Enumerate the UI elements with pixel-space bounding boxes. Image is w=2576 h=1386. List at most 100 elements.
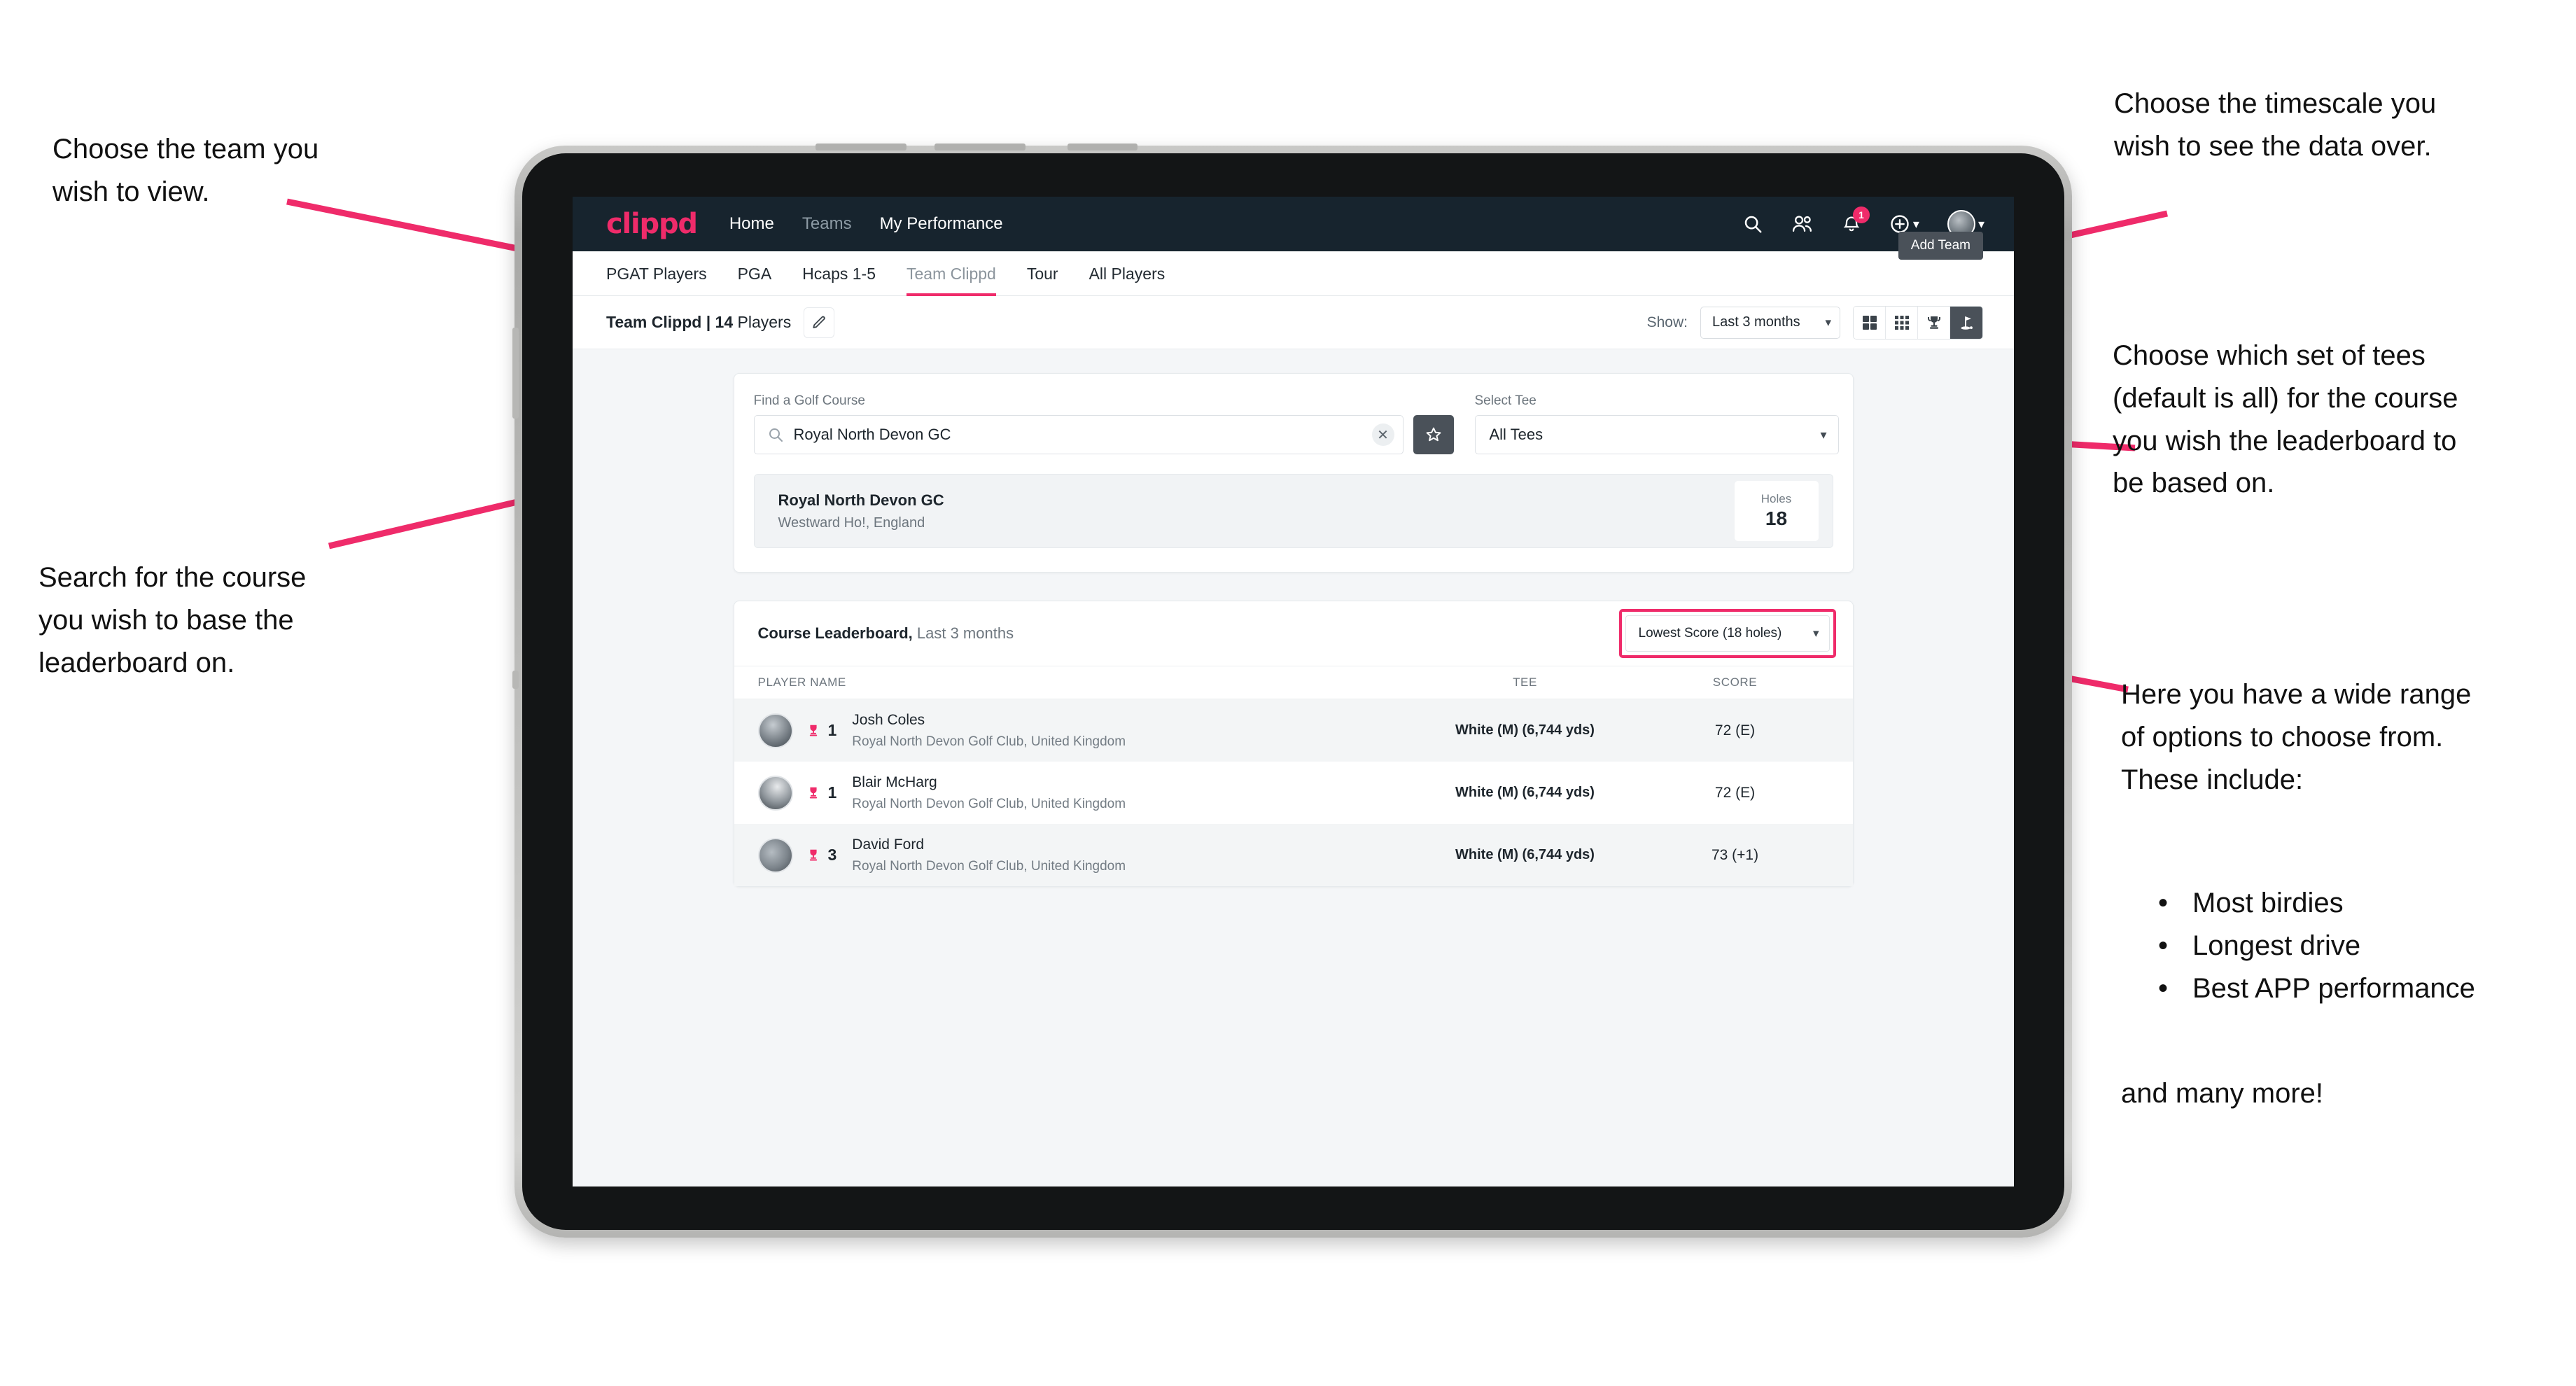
trophy-icon: [809, 849, 817, 861]
people-icon[interactable]: [1791, 214, 1814, 234]
course-result-card[interactable]: Royal North Devon GC Westward Ho!, Engla…: [753, 474, 1833, 548]
player-name: Josh Coles: [852, 711, 925, 728]
table-row[interactable]: 3 David Ford Royal North Devon Golf Club…: [734, 824, 1853, 886]
leaderboard-header: Course Leaderboard, Last 3 months Lowest…: [734, 601, 1853, 666]
chevron-down-icon[interactable]: ▾: [1978, 217, 1984, 232]
search-field-row: Find a Golf Course Royal North Devon GC …: [753, 393, 1839, 454]
option-item: Best APP performance: [2192, 972, 2475, 1004]
edit-team-button[interactable]: [804, 307, 835, 338]
bell-icon[interactable]: 1: [1842, 206, 1870, 234]
course-result-location: Westward Ho!, England: [778, 514, 925, 531]
screenshot-root: Choose the team you wish to view. Choose…: [0, 0, 2576, 1386]
leaderboard-column-headers: PLAYER NAME TEE SCORE: [734, 666, 1853, 699]
add-team-button[interactable]: Add Team: [1898, 232, 1983, 260]
view-toggle-group: [1853, 305, 1983, 340]
course-leaderboard-panel: Course Leaderboard, Last 3 months Lowest…: [733, 601, 1854, 887]
view-toggle-golf-flag[interactable]: [1950, 306, 1982, 339]
device-button-volume-up[interactable]: [816, 144, 906, 150]
nav-link-teams[interactable]: Teams: [802, 214, 852, 234]
team-player-count: 14: [715, 313, 734, 331]
trophy-icon: [809, 787, 817, 799]
search-icon[interactable]: [1742, 214, 1763, 234]
timescale-select[interactable]: Last 3 months ▾: [1700, 306, 1840, 339]
player-club: Royal North Devon Golf Club, United King…: [852, 858, 1126, 874]
player-club: Royal North Devon Golf Club, United King…: [852, 796, 1126, 811]
tab-all-players[interactable]: All Players: [1089, 265, 1166, 296]
table-row[interactable]: 1 Blair McHarg Royal North Devon Golf Cl…: [734, 762, 1853, 824]
leaderboard-sort-dropdown[interactable]: Lowest Score (18 holes) ▾: [1625, 615, 1830, 652]
close-icon[interactable]: ✕: [1371, 424, 1394, 446]
chevron-down-icon: ▾: [1820, 427, 1827, 442]
rank-number: 3: [827, 846, 837, 864]
row-tee: White (M) (6,744 yds): [1455, 785, 1595, 800]
player-info: David Ford Royal North Devon Golf Club, …: [852, 836, 1126, 874]
option-item: Most birdies: [2192, 888, 2344, 918]
tabbar-wrapper: PGAT Players PGA Hcaps 1-5 Team Clippd T…: [573, 232, 2014, 296]
leaderboard-sort-highlight: Lowest Score (18 holes) ▾: [1618, 609, 1836, 658]
team-separator: |: [701, 313, 715, 331]
course-search-input[interactable]: Royal North Devon GC ✕: [753, 415, 1404, 454]
tab-team-clippd[interactable]: Team Clippd: [906, 265, 996, 296]
view-toggle-grid-3x3[interactable]: [1886, 306, 1918, 339]
player-info: Josh Coles Royal North Devon Golf Club, …: [852, 712, 1126, 750]
chevron-down-icon[interactable]: ▾: [1913, 217, 1919, 232]
tab-pgat-players[interactable]: PGAT Players: [606, 265, 707, 296]
course-result-text: Royal North Devon GC Westward Ho!, Engla…: [778, 491, 944, 531]
view-toggle-grid-2x2[interactable]: [1854, 306, 1886, 339]
player-info: Blair McHarg Royal North Devon Golf Club…: [852, 774, 1126, 812]
app-screen: clippd Home Teams My Performance 1 ▾ ▾ P…: [573, 197, 2014, 1186]
team-tabs: PGAT Players PGA Hcaps 1-5 Team Clippd T…: [573, 232, 2014, 296]
rank-number: 1: [827, 783, 837, 802]
bullet-icon: •: [2157, 888, 2168, 918]
annotation-options-list: • Most birdies • Longest drive • Best APP p…: [2149, 882, 2576, 1009]
tab-hcaps-1-5[interactable]: Hcaps 1-5: [802, 265, 876, 296]
row-player-cell: 3 David Ford Royal North Devon Golf Club…: [734, 836, 1406, 874]
toolbar-right: Show: Last 3 months ▾: [1647, 305, 1983, 340]
trophy-icon: [809, 724, 817, 736]
course-search-wrap: Royal North Devon GC ✕: [753, 415, 1454, 454]
chevron-down-icon: ▾: [1812, 626, 1819, 640]
player-rank: 3: [806, 846, 837, 864]
device-button-volume-down[interactable]: [934, 144, 1026, 150]
table-row[interactable]: 1 Josh Coles Royal North Devon Golf Club…: [734, 699, 1853, 762]
leaderboard-title-sub: Last 3 months: [912, 624, 1014, 642]
view-toggle-trophy[interactable]: [1918, 306, 1950, 339]
leaderboard-title: Course Leaderboard, Last 3 months: [758, 624, 1014, 643]
player-avatar: [757, 837, 793, 873]
team-toolbar: Team Clippd | 14 Players Show: Last 3 mo…: [573, 296, 2014, 349]
nav-link-home[interactable]: Home: [729, 214, 774, 234]
clippd-logo[interactable]: clippd: [606, 208, 698, 240]
tablet-device: clippd Home Teams My Performance 1 ▾ ▾ P…: [512, 144, 2072, 1238]
tab-tour[interactable]: Tour: [1027, 265, 1058, 296]
notification-badge: 1: [1852, 206, 1870, 223]
course-search-label: Find a Golf Course: [753, 393, 865, 408]
tablet-bezel: clippd Home Teams My Performance 1 ▾ ▾ P…: [522, 153, 2064, 1230]
player-name: Blair McHarg: [852, 774, 937, 790]
annotation-options-outro: and many more!: [2121, 1078, 2324, 1109]
star-icon: [1426, 427, 1441, 442]
column-player-name: PLAYER NAME: [757, 676, 846, 689]
annotation-tees: Choose which set of tees (default is all…: [2113, 340, 2458, 499]
app-navbar: clippd Home Teams My Performance 1 ▾ ▾: [573, 197, 2014, 251]
nav-link-my-performance[interactable]: My Performance: [880, 214, 1003, 234]
course-search-field: Find a Golf Course Royal North Devon GC …: [753, 393, 1454, 454]
device-side-button[interactable]: [512, 328, 519, 419]
timescale-value: Last 3 months: [1712, 314, 1800, 330]
course-holes-badge: Holes 18: [1734, 481, 1819, 541]
row-player-cell: 1 Blair McHarg Royal North Devon Golf Cl…: [734, 774, 1406, 812]
row-tee: White (M) (6,744 yds): [1455, 722, 1595, 738]
player-rank: 1: [806, 783, 837, 802]
select-tee-value: All Tees: [1489, 426, 1544, 443]
player-avatar: [757, 775, 793, 811]
favorite-course-button[interactable]: [1413, 415, 1454, 454]
primary-nav: Home Teams My Performance: [729, 214, 1003, 234]
row-score: 73 (+1): [1711, 846, 1759, 863]
annotation-timescale: Choose the timescale you wish to see the…: [2114, 88, 2437, 162]
device-camera-dot: [512, 671, 519, 689]
column-tee: TEE: [1513, 676, 1537, 689]
device-button-power[interactable]: [1068, 144, 1138, 150]
tab-pga[interactable]: PGA: [738, 265, 772, 296]
select-tee-dropdown[interactable]: All Tees ▾: [1474, 415, 1839, 454]
leaderboard-title-main: Course Leaderboard,: [757, 624, 913, 642]
course-holes-label: Holes: [1760, 492, 1792, 505]
